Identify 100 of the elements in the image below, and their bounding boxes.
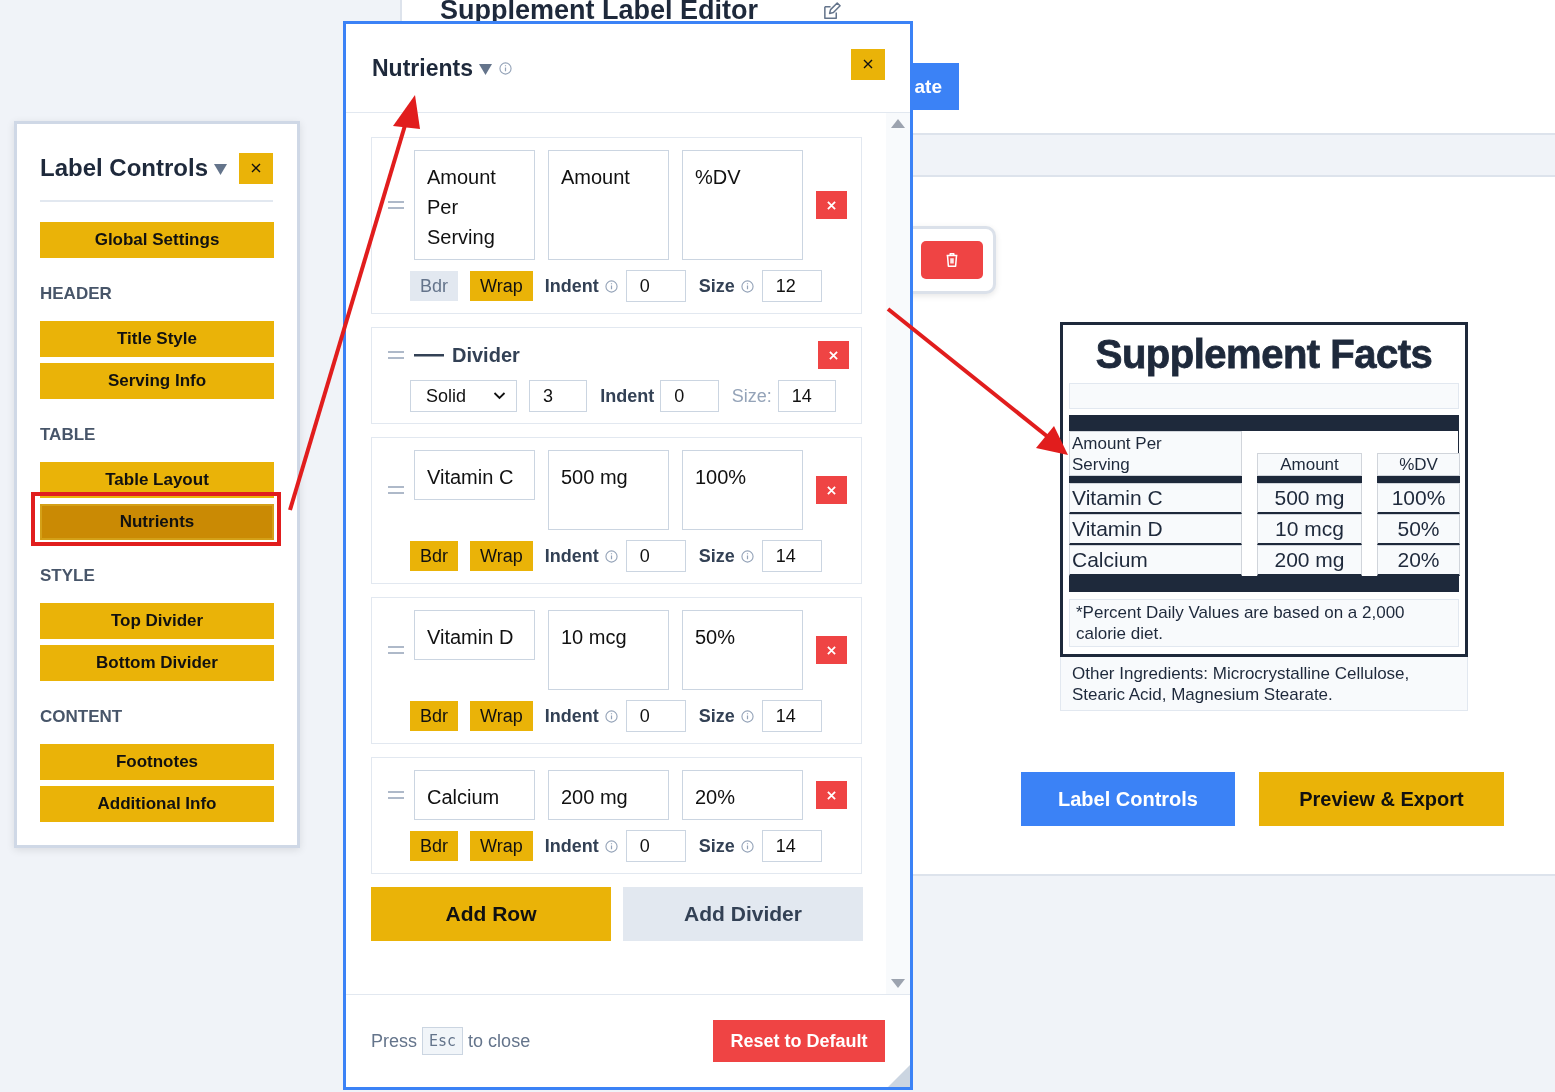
resize-grip-icon[interactable] xyxy=(888,1065,910,1087)
line-icon xyxy=(414,353,444,357)
remove-button[interactable] xyxy=(816,191,847,219)
table-cell: 500 mg xyxy=(1257,483,1362,514)
scroll-down-icon[interactable] xyxy=(891,979,905,988)
section-heading: CONTENT xyxy=(40,707,124,727)
section-heading: TABLE xyxy=(40,425,97,445)
remove-button[interactable] xyxy=(818,341,849,369)
toggle-button[interactable]: Wrap xyxy=(470,831,533,861)
preview-export-button[interactable]: Preview & Export xyxy=(1259,772,1504,826)
thickness-field[interactable]: 3 xyxy=(528,380,588,412)
table-cell: 50% xyxy=(1377,514,1460,545)
size-label: Size xyxy=(698,545,735,567)
sidebar-button[interactable]: Additional Info xyxy=(40,786,274,822)
chevron-icon xyxy=(492,392,506,400)
cell-field[interactable]: 10 mcg xyxy=(548,610,669,690)
size-field[interactable]: 12 xyxy=(761,270,822,302)
remove-button[interactable] xyxy=(816,781,847,809)
divider-label: Divider xyxy=(452,343,520,367)
sidebar-button[interactable]: Nutrients xyxy=(40,504,274,540)
remove-button[interactable] xyxy=(816,636,847,664)
cell-field[interactable]: Amount Per Serving xyxy=(414,150,535,260)
info-icon[interactable] xyxy=(740,279,754,293)
info-icon[interactable] xyxy=(604,549,618,563)
cell-field[interactable]: Vitamin D xyxy=(414,610,535,660)
remove-button[interactable] xyxy=(816,476,847,504)
toggle-button[interactable]: Wrap xyxy=(470,701,533,731)
info-icon[interactable] xyxy=(498,61,512,75)
close-icon xyxy=(827,485,836,495)
reset-button[interactable]: Reset to Default xyxy=(713,1020,885,1062)
sidebar-button[interactable]: Bottom Divider xyxy=(40,645,274,681)
size-label: Size xyxy=(698,835,735,857)
indent-label: Indent xyxy=(544,835,599,857)
indent-field[interactable]: 0 xyxy=(625,540,686,572)
drag-handle-icon[interactable] xyxy=(388,486,404,494)
cell-field[interactable]: Amount xyxy=(548,150,669,260)
table-cell: Vitamin D xyxy=(1069,514,1242,545)
style-select[interactable]: Solid xyxy=(410,380,517,412)
info-icon[interactable] xyxy=(740,549,754,563)
drag-handle-icon[interactable] xyxy=(388,791,404,799)
size-field[interactable]: 14 xyxy=(761,540,822,572)
column-header: %DV xyxy=(1377,453,1460,476)
info-icon[interactable] xyxy=(604,279,618,293)
key-cap: Esc xyxy=(422,1027,464,1055)
delete-button[interactable] xyxy=(921,241,983,279)
size-field[interactable]: 14 xyxy=(761,700,822,732)
info-icon[interactable] xyxy=(740,709,754,723)
indent-label: Indent xyxy=(544,705,599,727)
indent-field[interactable]: 0 xyxy=(625,270,686,302)
cell-field[interactable]: 100% xyxy=(682,450,803,530)
size-field[interactable]: 14 xyxy=(761,830,822,862)
size-label: Size xyxy=(698,705,735,727)
close-button[interactable] xyxy=(851,48,885,80)
add-row-button[interactable]: Add Row xyxy=(371,887,611,941)
toggle-button[interactable]: Bdr xyxy=(410,541,458,571)
cell-field[interactable]: Calcium xyxy=(414,770,535,820)
info-icon[interactable] xyxy=(740,839,754,853)
panel-title: Label Controls xyxy=(40,154,208,182)
drag-handle-icon[interactable] xyxy=(388,351,404,359)
cell-field[interactable]: 50% xyxy=(682,610,803,690)
table-cell: 10 mcg xyxy=(1257,514,1362,545)
sidebar-button[interactable]: Title Style xyxy=(40,321,274,357)
caret-icon[interactable] xyxy=(214,163,227,175)
indent-label: Indent xyxy=(600,385,655,407)
sidebar-button[interactable]: Global Settings xyxy=(40,222,274,258)
add-divider-button[interactable]: Add Divider xyxy=(623,887,863,941)
cell-field[interactable]: %DV xyxy=(682,150,803,260)
footnote: *Percent Daily Values are based on a 2,000 calorie diet. xyxy=(1069,599,1459,647)
cell-field[interactable]: Vitamin C xyxy=(414,450,535,500)
toggle-button[interactable]: Bdr xyxy=(410,701,458,731)
indent-field[interactable]: 0 xyxy=(625,700,686,732)
other-ingredients: Other Ingredients: Microcrystalline Cellulose, Stearic Acid, Magnesium Stearate. xyxy=(1060,657,1468,711)
cell-field[interactable]: 200 mg xyxy=(548,770,669,820)
hint-text: Press xyxy=(371,1030,417,1052)
toggle-button[interactable]: Bdr xyxy=(410,831,458,861)
close-button[interactable] xyxy=(239,152,273,184)
info-icon[interactable] xyxy=(604,839,618,853)
info-icon[interactable] xyxy=(604,709,618,723)
drag-handle-icon[interactable] xyxy=(388,201,404,209)
drag-handle-icon[interactable] xyxy=(388,646,404,654)
close-icon xyxy=(827,200,836,210)
label-controls-button[interactable]: Label Controls xyxy=(1021,772,1235,826)
cell-field[interactable]: 20% xyxy=(682,770,803,820)
cell-field[interactable]: 500 mg xyxy=(548,450,669,530)
scroll-up-icon[interactable] xyxy=(891,119,905,128)
size-label: Size xyxy=(698,275,735,297)
label-title: Supplement Facts xyxy=(1094,331,1434,378)
sidebar-button[interactable]: Serving Info xyxy=(40,363,274,399)
indent-label: Indent xyxy=(544,545,599,567)
sidebar-button[interactable]: Top Divider xyxy=(40,603,274,639)
indent-field[interactable]: 0 xyxy=(625,830,686,862)
toggle-button[interactable]: Wrap xyxy=(470,541,533,571)
dialog-title: Nutrients xyxy=(372,54,473,82)
sidebar-button[interactable]: Footnotes xyxy=(40,744,274,780)
indent-field[interactable]: 0 xyxy=(660,380,719,412)
size-field[interactable]: 14 xyxy=(777,380,836,412)
toggle-button[interactable]: Bdr xyxy=(410,271,458,301)
caret-icon[interactable] xyxy=(478,63,492,75)
toggle-button[interactable]: Wrap xyxy=(470,271,533,301)
edit-icon[interactable] xyxy=(822,1,841,21)
